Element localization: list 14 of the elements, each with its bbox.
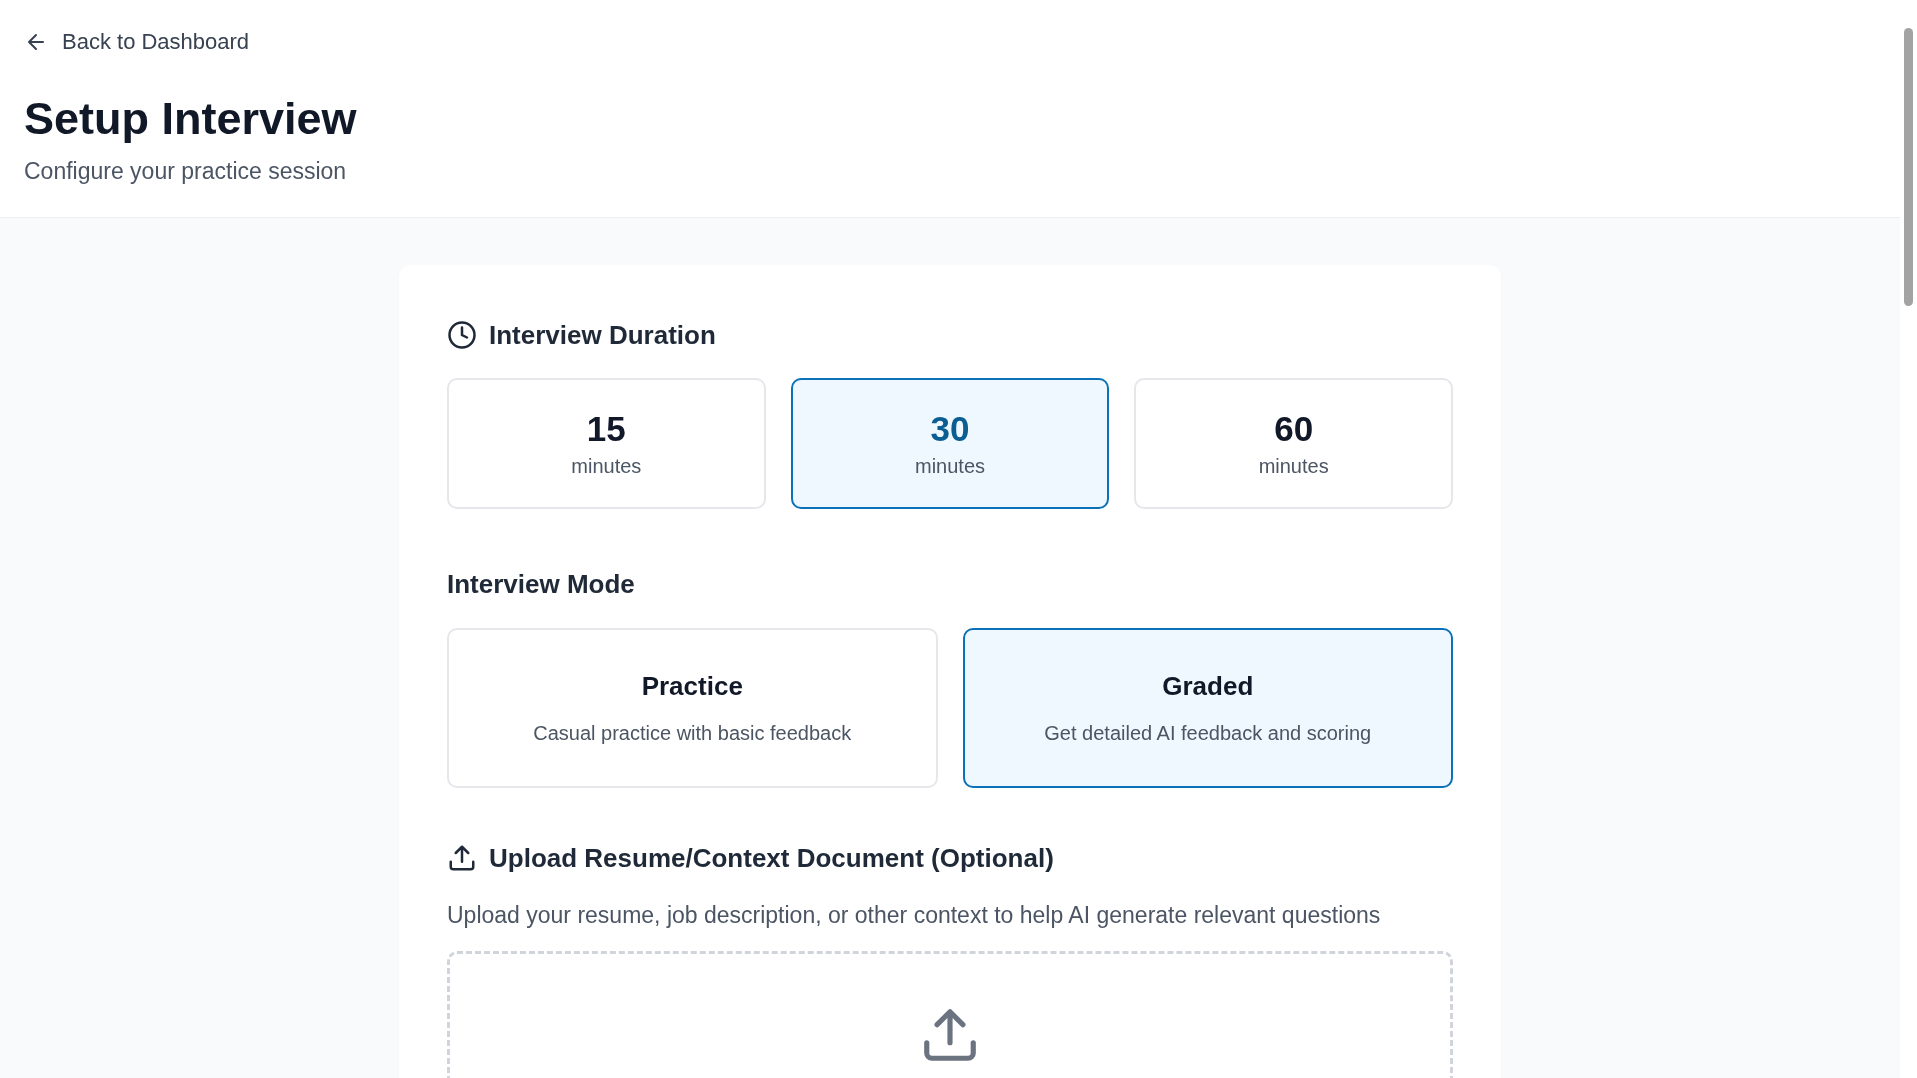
page-title: Setup Interview bbox=[24, 94, 358, 144]
back-link[interactable]: Back to Dashboard bbox=[24, 29, 250, 55]
section-heading: Upload Resume/Context Document (Optional) bbox=[489, 842, 1054, 874]
duration-option[interactable]: 60 minutes bbox=[1134, 377, 1453, 509]
duration-option[interactable]: 15 minutes bbox=[447, 377, 766, 509]
mode-option[interactable]: Practice Casual practice with basic feedback bbox=[447, 627, 938, 788]
upload-description: Upload your resume, job description, or other context to help AI generate relevant questions bbox=[447, 901, 1382, 929]
section-heading: Interview Duration bbox=[489, 319, 716, 351]
duration-option[interactable]: 30 minutes bbox=[790, 377, 1110, 509]
clock-icon bbox=[447, 320, 477, 350]
section-heading: Interview Mode bbox=[447, 568, 635, 600]
page-subtitle: Configure your practice session bbox=[24, 157, 348, 185]
mode-option[interactable]: Graded Get detailed AI feedback and scoring bbox=[962, 627, 1453, 788]
upload-icon bbox=[447, 843, 477, 873]
